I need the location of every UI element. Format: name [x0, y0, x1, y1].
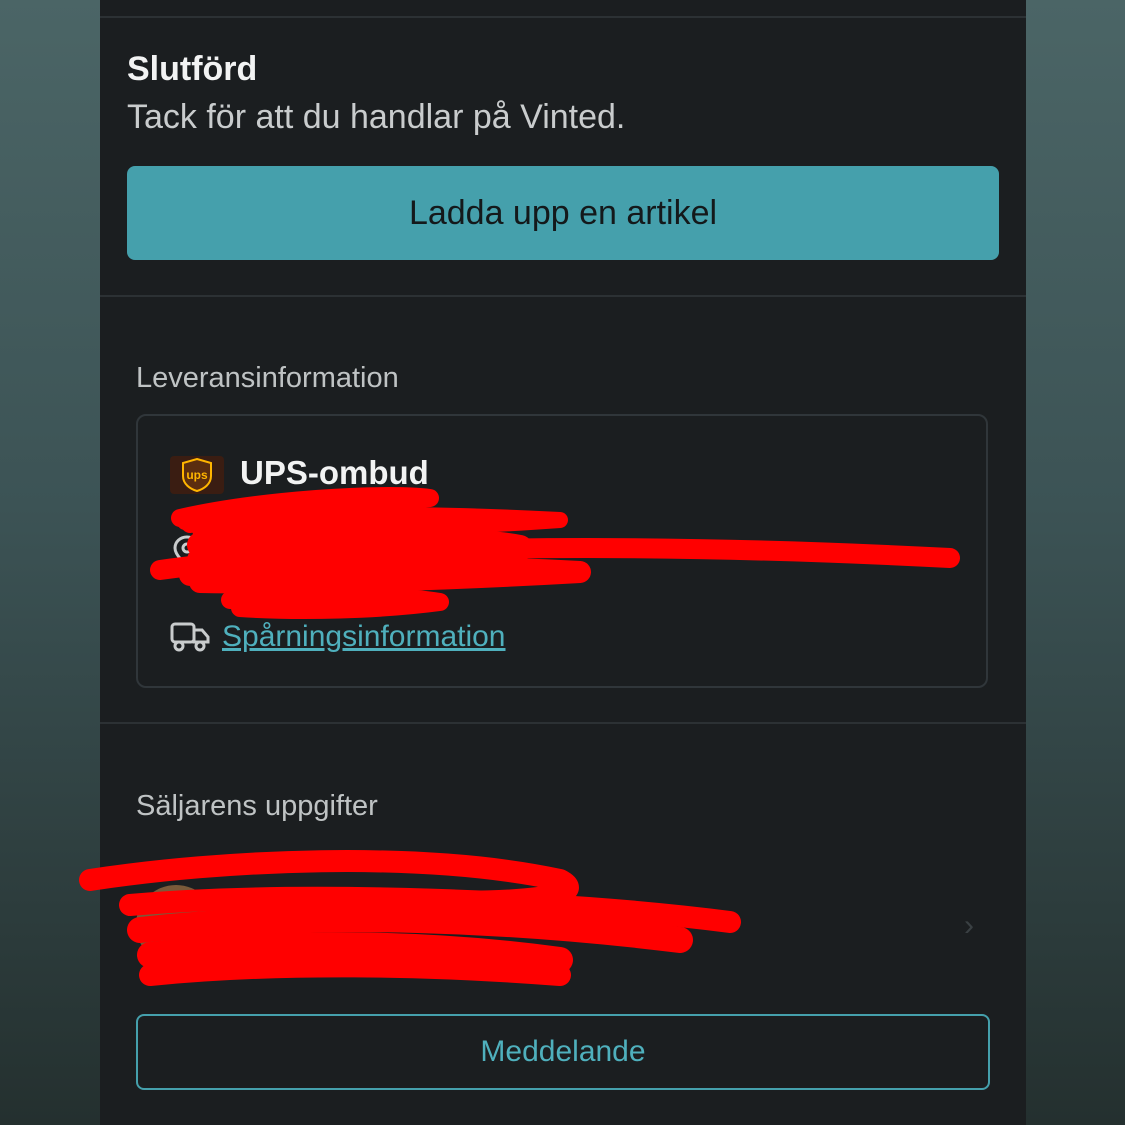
tracking-info-link[interactable]: Spårningsinformation — [222, 620, 506, 654]
seller-profile-row[interactable]: › — [136, 865, 988, 985]
carrier-name: UPS-ombud — [240, 454, 429, 491]
seller-heading: Säljarens uppgifter — [136, 790, 378, 822]
upload-item-button[interactable]: Ladda upp en artikel — [127, 166, 999, 260]
truck-icon — [170, 622, 210, 652]
message-button[interactable]: Meddelande — [136, 1014, 990, 1090]
ups-logo-text: ups — [186, 468, 208, 482]
order-status-subtitle: Tack för att du handlar på Vinted. — [127, 98, 626, 136]
order-status-title: Slutförd — [127, 50, 258, 88]
delivery-heading: Leveransinformation — [136, 362, 399, 394]
seller-avatar — [136, 885, 216, 965]
section-divider — [100, 295, 1026, 297]
location-pin-icon — [173, 535, 201, 567]
order-screen: Slutförd Tack för att du handlar på Vint… — [100, 0, 1026, 1125]
top-divider — [100, 16, 1026, 18]
section-divider — [100, 722, 1026, 724]
delivery-card: ups UPS-ombud Spårningsinformation — [136, 414, 988, 688]
ups-logo-icon: ups — [170, 456, 224, 494]
chevron-right-icon: › — [964, 909, 974, 942]
